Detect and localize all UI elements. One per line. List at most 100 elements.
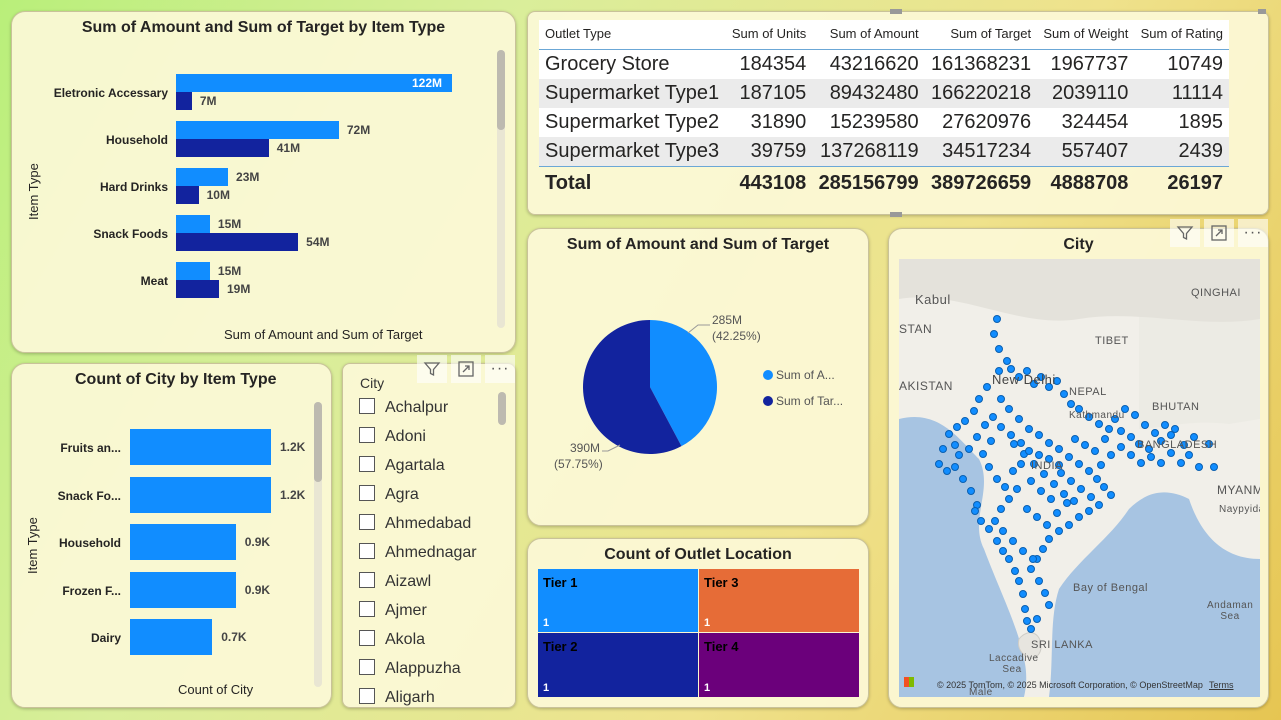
bar-amount[interactable] — [176, 168, 229, 186]
city-slicer-scrollbar-thumb[interactable] — [498, 392, 506, 425]
column-header[interactable]: Sum of Rating — [1134, 20, 1229, 50]
table-cell: 27620976 — [924, 108, 1038, 137]
treemap-cell-tier-3[interactable]: Tier 3 1 — [699, 569, 859, 632]
more-options-icon[interactable]: ··· — [485, 355, 515, 383]
resize-handle-top[interactable] — [890, 9, 902, 14]
total-cell: 389726659 — [924, 166, 1038, 198]
map-focus-mode-icon[interactable] — [1204, 219, 1234, 247]
city-point — [1095, 420, 1103, 428]
map-terms-link[interactable]: Terms — [1209, 680, 1234, 690]
data-label: 19M — [226, 282, 251, 296]
bar-target[interactable] — [176, 139, 269, 157]
city-map-card[interactable]: City Kabul STAN QINGHAI TIBET AKISTAN Ne… — [888, 228, 1269, 708]
treemap-cell-tier-1[interactable]: Tier 1 1 — [538, 569, 698, 632]
map-label: QINGHAI — [1191, 287, 1241, 299]
city-point — [1177, 459, 1185, 467]
slicer-item[interactable]: Akola — [359, 629, 425, 651]
bar-amount[interactable] — [176, 215, 210, 233]
treemap-cell-tier-2[interactable]: Tier 2 1 — [538, 633, 698, 697]
table-row[interactable]: Supermarket Type3 39759 137268119 345172… — [539, 137, 1229, 167]
amount-target-chart-card[interactable]: Sum of Amount and Sum of Target by Item … — [11, 11, 516, 353]
map-more-options-icon[interactable]: ··· — [1238, 219, 1268, 247]
category-label: Meat — [140, 274, 168, 288]
slicer-item[interactable]: Ahmednagar — [359, 542, 477, 564]
city-point — [1009, 537, 1017, 545]
bar-target[interactable] — [176, 186, 199, 204]
amount-target-scrollbar-thumb[interactable] — [497, 50, 505, 130]
city-point — [985, 525, 993, 533]
treemap-cell-tier-4[interactable]: Tier 4 1 — [699, 633, 859, 697]
resize-handle-corner[interactable] — [1258, 9, 1266, 14]
bar-amount[interactable] — [176, 121, 339, 139]
city-count-chart-card[interactable]: Count of City by Item Type Item Type Cou… — [11, 363, 332, 708]
legend-item-amount[interactable]: Sum of A... — [763, 368, 835, 382]
city-point — [1105, 425, 1113, 433]
total-cell: 26197 — [1134, 166, 1229, 198]
table-cell: Supermarket Type3 — [539, 137, 726, 167]
bar-amount[interactable] — [176, 74, 452, 92]
outlet-table-card[interactable]: Outlet Type Sum of Units Sum of Amount S… — [527, 11, 1269, 215]
focus-mode-icon[interactable] — [451, 355, 481, 383]
checkbox — [359, 456, 375, 473]
slicer-item-label: Aizawl — [385, 573, 432, 590]
map-area[interactable]: Kabul STAN QINGHAI TIBET AKISTAN New Del… — [899, 259, 1260, 697]
outlet-location-title: Count of Outlet Location — [604, 546, 792, 563]
slicer-item[interactable]: Ajmer — [359, 600, 427, 622]
slicer-item[interactable]: Agra — [359, 484, 419, 506]
city-point — [1029, 555, 1037, 563]
bar-target[interactable] — [176, 280, 219, 298]
table-row[interactable]: Grocery Store 184354 43216620 161368231 … — [539, 49, 1229, 79]
table-cell: 2039110 — [1037, 79, 1135, 108]
bar-target[interactable] — [176, 233, 299, 251]
slicer-item[interactable]: Aligarh — [359, 687, 435, 707]
city-point — [979, 450, 987, 458]
column-header[interactable]: Sum of Units — [725, 20, 813, 50]
slicer-item[interactable]: Alappuzha — [359, 658, 461, 680]
bar-city-count[interactable] — [130, 571, 236, 608]
table-row[interactable]: Supermarket Type1 187105 89432480 166220… — [539, 79, 1229, 108]
city-point — [1005, 495, 1013, 503]
column-header[interactable]: Sum of Target — [924, 20, 1038, 50]
legend-item-target[interactable]: Sum of Tar... — [763, 394, 843, 408]
map-filter-icon[interactable] — [1170, 219, 1200, 247]
city-count-scrollbar-thumb[interactable] — [314, 402, 322, 482]
bar-city-count[interactable] — [130, 429, 271, 465]
table-cell: 557407 — [1037, 137, 1135, 167]
city-point — [1027, 477, 1035, 485]
slicer-item[interactable]: Ahmedabad — [359, 513, 471, 535]
bar-city-count[interactable] — [130, 476, 271, 513]
data-label: 72M — [346, 123, 371, 137]
column-header[interactable]: Outlet Type — [539, 20, 726, 50]
map-label: NEPAL — [1069, 386, 1107, 398]
slicer-item[interactable]: Adoni — [359, 426, 426, 448]
city-slicer-card[interactable]: City Achalpur Adoni Agartala Agra Ahmedabad A… — [342, 363, 516, 708]
map-label: Kathmandu — [1069, 410, 1125, 421]
table-row[interactable]: Supermarket Type2 31890 15239580 2762097… — [539, 108, 1229, 137]
table-cell: 34517234 — [924, 137, 1038, 167]
bar-amount[interactable] — [176, 262, 210, 280]
city-point — [1127, 451, 1135, 459]
map-label: AKISTAN — [899, 379, 953, 393]
pie-chart-card[interactable]: Sum of Amount and Sum of Target 285M (42… — [527, 228, 869, 526]
slicer-item[interactable]: Agartala — [359, 455, 445, 477]
slicer-item[interactable]: Aizawl — [359, 571, 431, 593]
map-attribution: © 2025 TomTom, © 2025 Microsoft Corporat… — [937, 680, 1203, 690]
bar-city-count[interactable] — [130, 619, 213, 655]
bar-city-count[interactable] — [130, 524, 236, 560]
outlet-location-card[interactable]: Count of Outlet Location Tier 1 1 Tier 3… — [527, 538, 869, 708]
filter-icon[interactable] — [417, 355, 447, 383]
city-point — [1041, 589, 1049, 597]
city-point — [961, 417, 969, 425]
column-header[interactable]: Sum of Amount — [812, 20, 925, 50]
city-point — [975, 395, 983, 403]
total-cell: 285156799 — [812, 166, 925, 198]
slicer-item[interactable]: Achalpur — [359, 397, 448, 419]
resize-handle-bottom[interactable] — [890, 212, 902, 217]
category-label: Eletronic Accessary — [53, 86, 168, 100]
city-point — [1039, 545, 1047, 553]
legend-marker-target — [763, 396, 773, 406]
bar-target[interactable] — [176, 92, 192, 110]
city-point — [1065, 453, 1073, 461]
column-header[interactable]: Sum of Weight — [1037, 20, 1135, 50]
map-label: INDIA — [1031, 460, 1063, 472]
